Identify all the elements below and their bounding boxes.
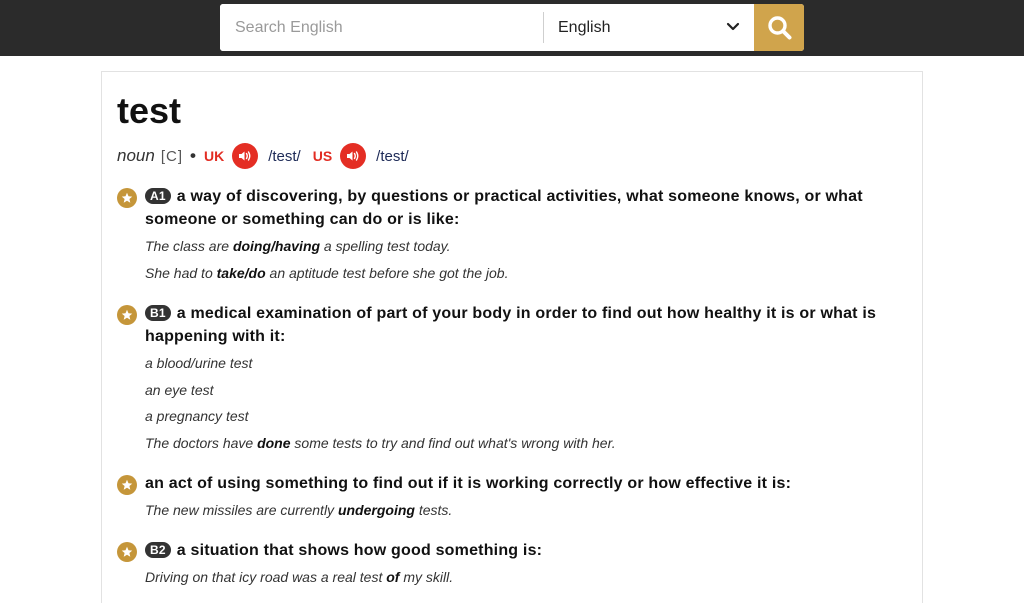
uk-pronunciation: /test/ [268,147,301,165]
level-badge: B2 [145,542,171,558]
headword: test [117,90,182,131]
search-button[interactable] [754,4,804,51]
search-icon [768,16,792,40]
example-sentence: a pregnancy test [145,408,249,424]
speaker-icon [347,151,359,161]
example-sentence: an eye test [145,382,214,398]
example-sentence: Driving on that icy road was a real test… [145,569,454,585]
definition: B1 a medical examination of part of your … [145,302,905,348]
level-badge: B1 [145,305,171,321]
search-input[interactable] [220,4,543,51]
uk-label: UK [203,148,225,164]
definition: an act of using something to find out if… [145,472,905,495]
example-sentence: The class are doing/having a spelling te… [145,238,451,254]
definition: B2 a situation that shows how good someth… [145,539,905,562]
star-icon [117,475,137,495]
language-select-value: English [558,19,611,36]
definition-text: a medical examination of part of your bo… [145,305,877,345]
chevron-down-icon [726,18,740,41]
search-box: English [220,4,804,51]
part-of-speech: noun [117,146,155,165]
star-icon [117,188,137,208]
example-sentence: The new missiles are currently undergoin… [145,502,453,518]
us-audio-button[interactable] [340,143,367,169]
us-pronunciation: /test/ [376,147,409,165]
example-sentence: She had to take/do an aptitude test befo… [145,265,509,281]
language-select[interactable]: English [544,4,754,51]
definition-text: a way of discovering, by questions or pr… [145,188,863,228]
example-sentence: The doctors have done some tests to try … [145,435,616,451]
definition: A1 a way of discovering, by questions or … [145,185,905,231]
star-icon [117,542,137,562]
separator-dot: • [190,146,196,165]
definition-text: an act of using something to find out if… [145,475,792,492]
definition-text: a situation that shows how good somethin… [176,542,543,559]
level-badge: A1 [145,188,171,204]
uk-audio-button[interactable] [232,143,259,169]
star-icon [117,305,137,325]
top-bar: English [0,0,1024,56]
pos-line: noun [C] • UK /test/ US /test/ [117,143,421,169]
grammar-code: [C] [160,147,183,165]
example-sentence: a blood/urine test [145,355,253,371]
speaker-icon [239,151,251,161]
us-label: US [312,148,333,164]
